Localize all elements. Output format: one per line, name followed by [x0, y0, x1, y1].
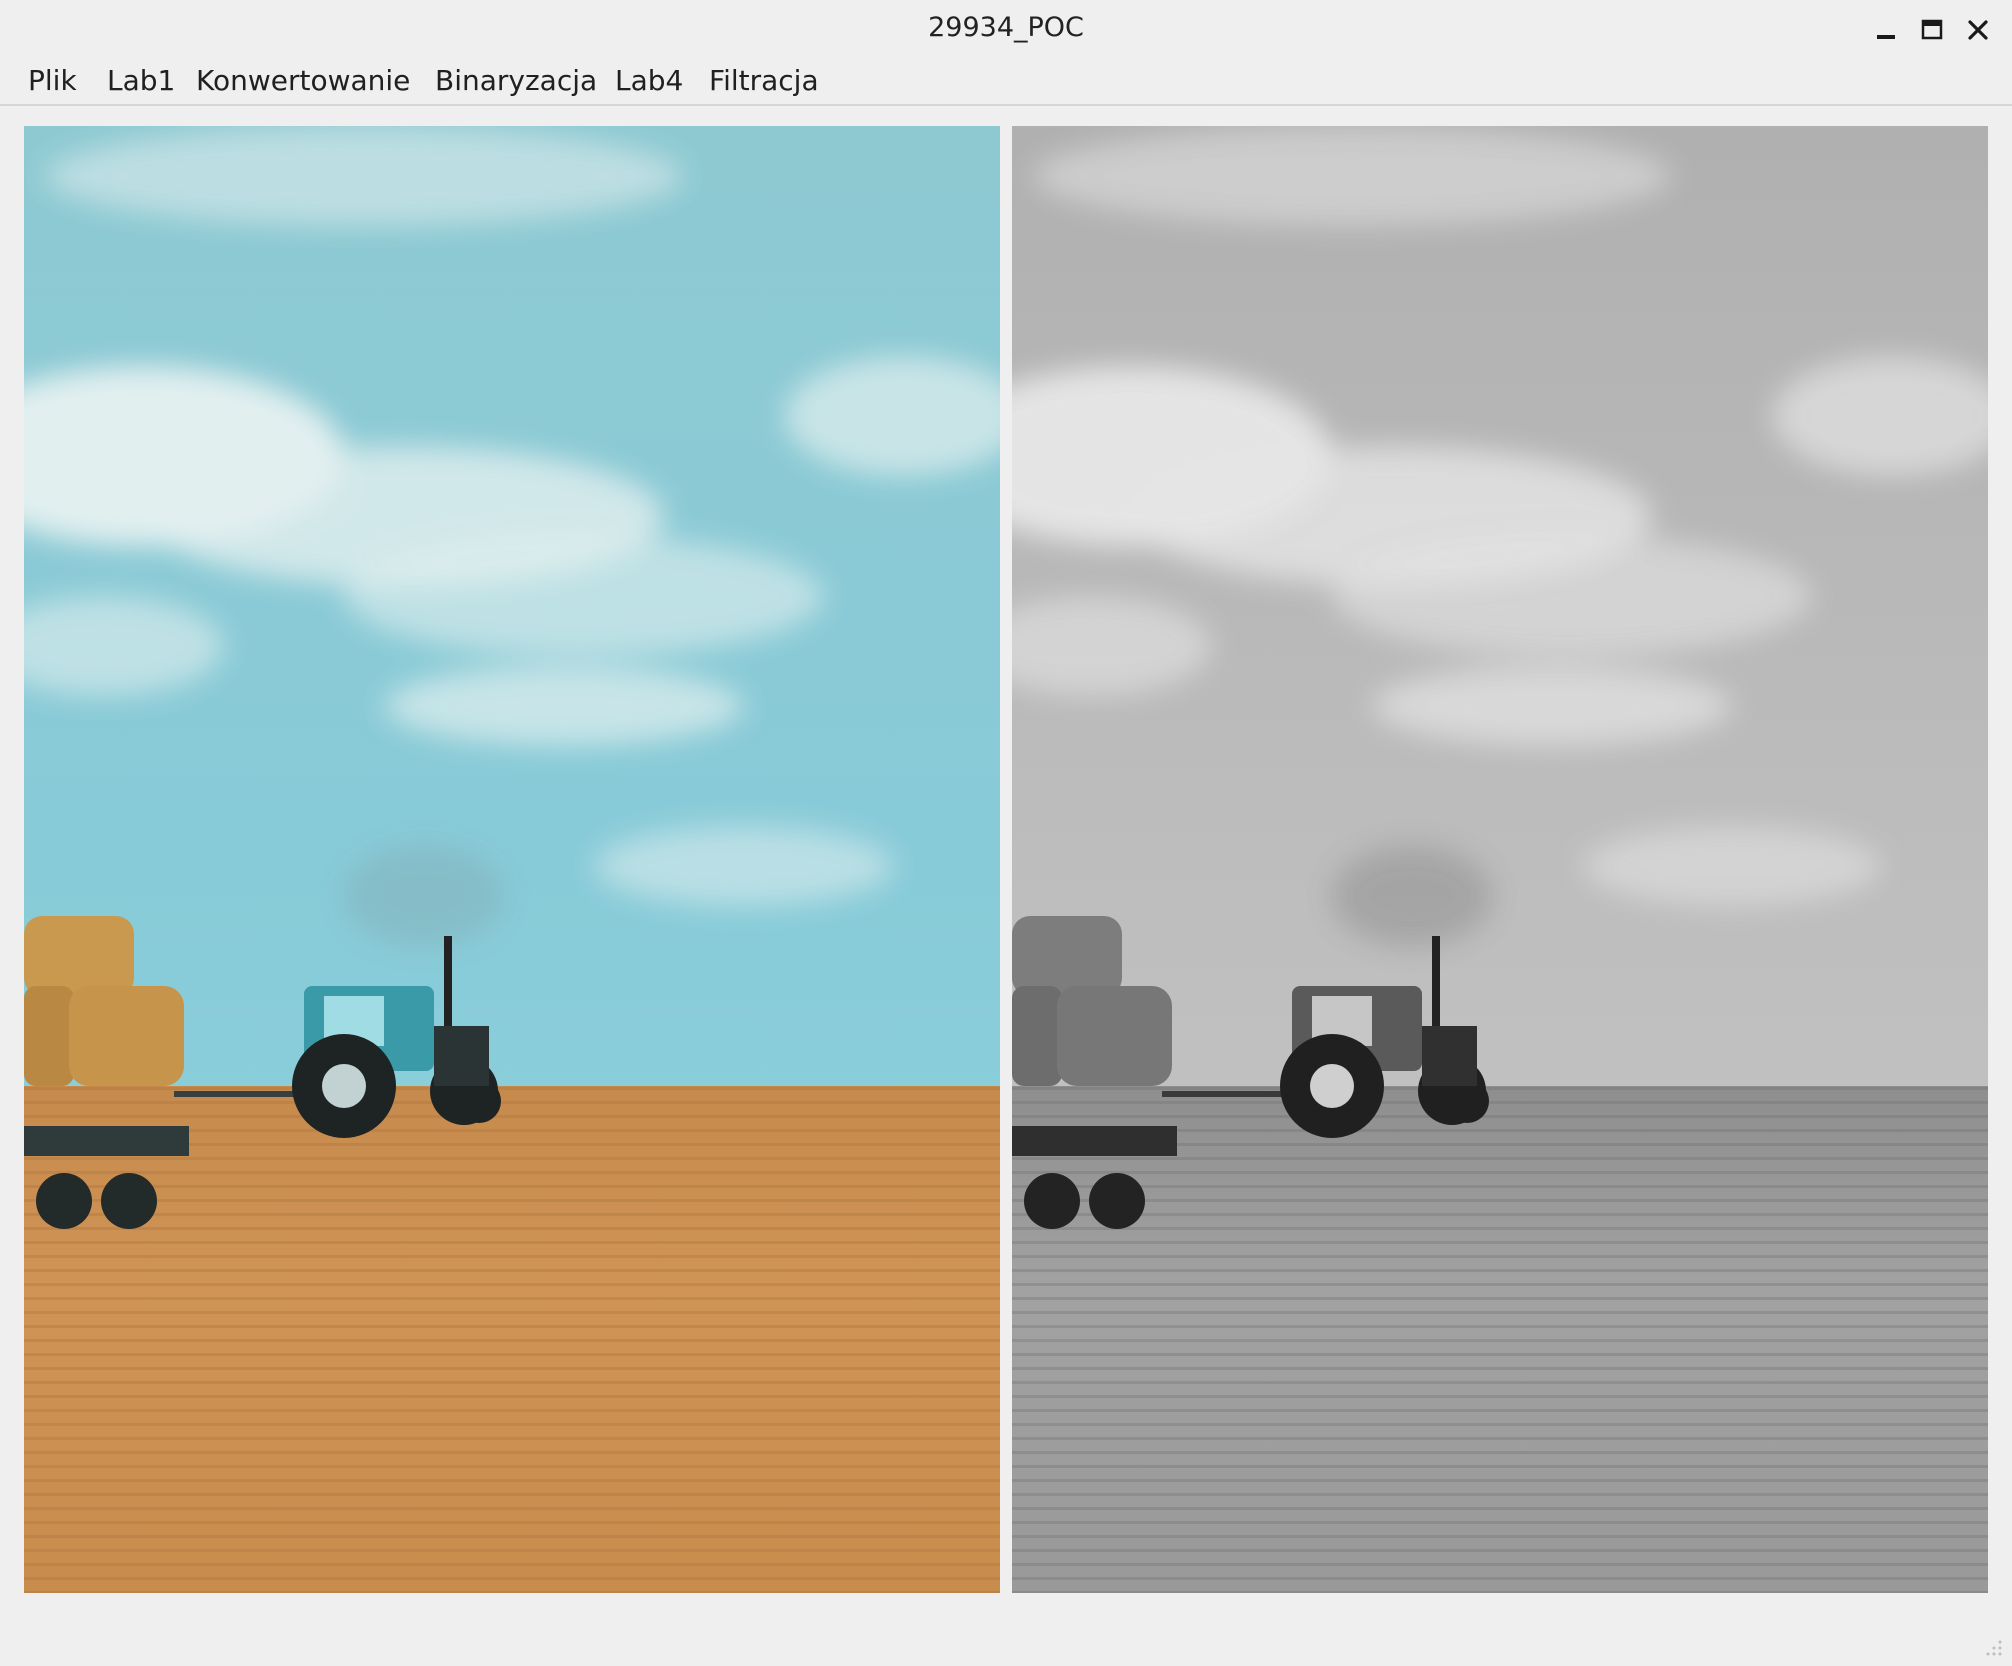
maximize-icon	[1921, 19, 1943, 40]
menu-konwertowanie[interactable]: Konwertowanie	[192, 62, 414, 100]
menu-binaryzacja[interactable]: Binaryzacja	[431, 62, 601, 100]
menu-lab1[interactable]: Lab1	[103, 62, 179, 100]
menu-lab4[interactable]: Lab4	[611, 62, 687, 100]
converted-image-panel	[1012, 126, 1988, 1593]
title-bar: 29934_POC	[0, 0, 2012, 58]
maximize-button[interactable]	[1914, 12, 1950, 48]
close-icon	[1968, 20, 1988, 40]
minimize-button[interactable]	[1868, 12, 1904, 48]
window-title: 29934_POC	[928, 12, 1084, 43]
menu-bar: Plik Lab1 Konwertowanie Binaryzacja Lab4…	[0, 58, 2012, 106]
menu-plik[interactable]: Plik	[24, 62, 81, 100]
menu-filtracja[interactable]: Filtracja	[705, 62, 823, 100]
converted-image	[1012, 126, 1988, 1593]
original-image-panel	[24, 126, 1000, 1593]
resize-grip-icon[interactable]	[1982, 1636, 2004, 1658]
minimize-icon	[1877, 35, 1895, 39]
original-image	[24, 126, 1000, 1593]
close-button[interactable]	[1960, 12, 1996, 48]
